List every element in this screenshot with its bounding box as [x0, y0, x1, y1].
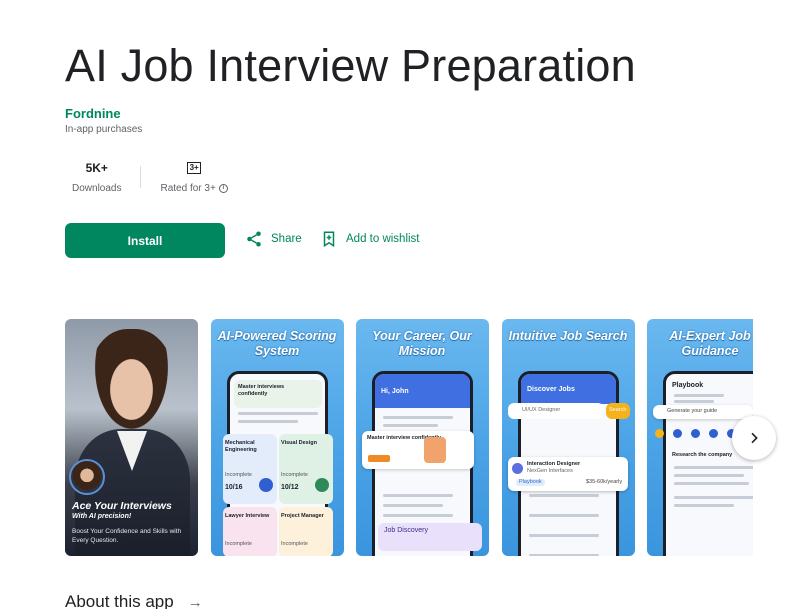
screenshot-3-title: Your Career, Our Mission [372, 329, 472, 358]
share-button[interactable]: Share [245, 230, 302, 248]
app-title: AI Job Interview Preparation [65, 40, 636, 91]
promo-card: Master interview confidently [362, 431, 474, 469]
arrow-right-icon: → [187, 593, 203, 609]
stats-divider [140, 166, 142, 188]
screenshot-2-title: AI-Powered Scoring System [217, 329, 337, 358]
info-icon[interactable]: i [218, 184, 228, 193]
carousel-next-button[interactable] [732, 416, 776, 460]
score-card: Lawyer Interview Incomplete [223, 507, 277, 556]
search-field: UI/UX Designer [508, 403, 604, 419]
downloads-label: Downloads [72, 183, 122, 194]
screenshot-4[interactable]: Intuitive Job Search Discover Jobs UI/UX… [502, 319, 635, 556]
score-card: Mechanical Engineering Incomplete 10/16 [223, 434, 277, 504]
wishlist-label: Add to wishlist [346, 233, 420, 245]
wishlist-button[interactable]: Add to wishlist [320, 230, 420, 248]
screenshot-1[interactable]: Ace Your Interviews With AI precision! B… [65, 319, 198, 556]
screenshot-1-subtitle: With AI precision! [72, 513, 132, 520]
rating-label: Rated for 3+ [160, 183, 216, 194]
person-photo [89, 329, 174, 439]
job-card: Interaction Designer NexGen Interfaces P… [508, 457, 628, 491]
job-discovery-card: Job Discovery [378, 523, 482, 551]
screenshot-carousel[interactable]: Ace Your Interviews With AI precision! B… [65, 319, 753, 556]
screenshot-4-title: Intuitive Job Search [508, 329, 628, 343]
search-button: Search [606, 403, 630, 419]
developer-link[interactable]: Fordnine [65, 106, 121, 121]
about-this-app-link[interactable]: About this app → [65, 592, 203, 609]
generate-guide-field: Generate your guide [653, 405, 753, 419]
screenshot-2[interactable]: AI-Powered Scoring System Master intervi… [211, 319, 344, 556]
rating-stat[interactable]: 3+ Rated for 3+ i [153, 160, 234, 194]
screenshot-1-title: Ace Your Interviews [72, 500, 172, 512]
phone-mockup: Playbook Research the company [663, 371, 753, 556]
about-title: About this app [65, 592, 174, 609]
content-rating-badge: 3+ [187, 162, 202, 174]
chevron-right-icon [751, 432, 758, 444]
step-indicator [655, 429, 736, 438]
share-icon [247, 231, 261, 247]
avatar [69, 459, 105, 495]
stats-row: 5K+ Downloads 3+ Rated for 3+ i [65, 160, 235, 194]
screenshot-3[interactable]: Your Career, Our Mission Hi, John Master… [356, 319, 489, 556]
share-label: Share [271, 233, 302, 245]
screenshot-5-title: AI-Expert Job Guidance [669, 329, 751, 358]
in-app-purchases-label: In-app purchases [65, 124, 143, 135]
score-card: Project Manager Incomplete [279, 507, 333, 556]
downloads-stat: 5K+ Downloads [65, 160, 128, 194]
score-card: Visual Design Incomplete 10/12 [279, 434, 333, 504]
screenshot-1-body: Boost Your Confidence and Skills with Ev… [72, 528, 182, 544]
install-button[interactable]: Install [65, 223, 225, 258]
bookmark-add-icon [323, 231, 335, 248]
downloads-value: 5K+ [85, 161, 108, 175]
